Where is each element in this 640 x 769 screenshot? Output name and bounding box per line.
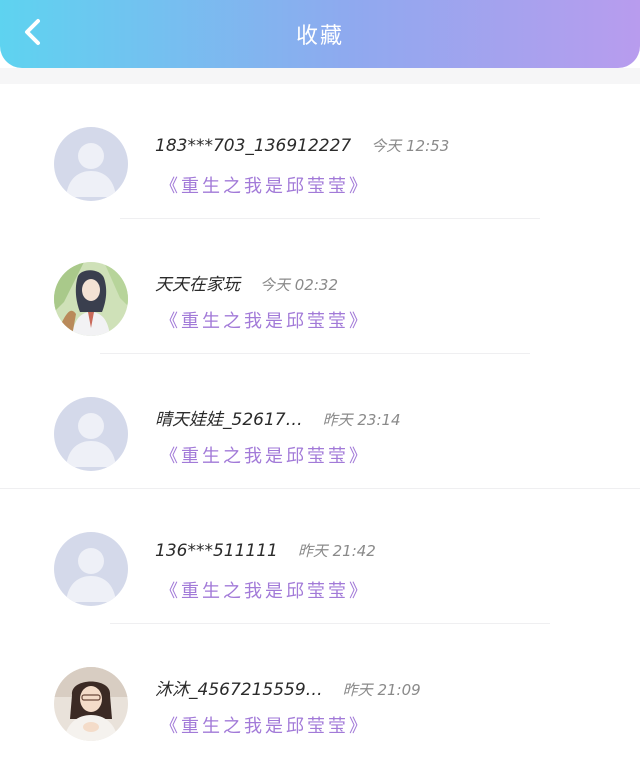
user-name[interactable]: 天天在家玩 bbox=[155, 275, 240, 295]
book-title-link[interactable]: 《重生之我是邱莹莹》 bbox=[160, 172, 370, 198]
user-name[interactable]: 183***703_136912227 bbox=[155, 136, 351, 156]
item-meta: 晴天娃娃_52617… 昨天 23:14 bbox=[155, 405, 401, 430]
item-meta: 天天在家玩 今天 02:32 bbox=[155, 270, 338, 295]
page-title: 收藏 bbox=[295, 24, 344, 49]
avatar[interactable] bbox=[54, 397, 128, 471]
timestamp: 今天 02:32 bbox=[260, 276, 338, 294]
default-avatar-icon bbox=[54, 397, 128, 471]
default-avatar-icon bbox=[54, 532, 128, 606]
book-title-link[interactable]: 《重生之我是邱莹莹》 bbox=[160, 442, 370, 468]
list-item[interactable]: 136***511111 昨天 21:42 《重生之我是邱莹莹》 bbox=[0, 489, 640, 624]
avatar[interactable] bbox=[54, 667, 128, 741]
header-spacer bbox=[0, 68, 640, 84]
timestamp: 今天 12:53 bbox=[371, 137, 450, 155]
list-item[interactable]: 天天在家玩 今天 02:32 《重生之我是邱莹莹》 bbox=[0, 219, 640, 354]
top-navigation-bar: 收藏 bbox=[0, 0, 640, 68]
book-title-link[interactable]: 《重生之我是邱莹莹》 bbox=[160, 307, 370, 333]
avatar[interactable] bbox=[54, 127, 128, 201]
timestamp: 昨天 21:09 bbox=[342, 681, 421, 699]
user-name[interactable]: 136***511111 bbox=[155, 541, 278, 561]
item-meta: 183***703_136912227 今天 12:53 bbox=[155, 135, 449, 156]
user-name[interactable]: 晴天娃娃_52617… bbox=[155, 410, 303, 430]
woman-photo-avatar-icon bbox=[54, 667, 128, 741]
avatar[interactable] bbox=[54, 532, 128, 606]
avatar[interactable] bbox=[54, 262, 128, 336]
timestamp: 昨天 23:14 bbox=[322, 411, 401, 429]
default-avatar-icon bbox=[54, 127, 128, 201]
item-meta: 沐沐_4567215559… 昨天 21:09 bbox=[155, 675, 421, 700]
book-title-link[interactable]: 《重生之我是邱莹莹》 bbox=[160, 712, 370, 738]
list-item[interactable]: 晴天娃娃_52617… 昨天 23:14 《重生之我是邱莹莹》 bbox=[0, 354, 640, 489]
user-name[interactable]: 沐沐_4567215559… bbox=[155, 680, 323, 700]
list-item[interactable]: 沐沐_4567215559… 昨天 21:09 《重生之我是邱莹莹》 bbox=[0, 624, 640, 759]
list-item[interactable]: 183***703_136912227 今天 12:53 《重生之我是邱莹莹》 bbox=[0, 84, 640, 219]
book-title-link[interactable]: 《重生之我是邱莹莹》 bbox=[160, 577, 370, 603]
favorites-list: 183***703_136912227 今天 12:53 《重生之我是邱莹莹》 天… bbox=[0, 84, 640, 759]
anime-photo-avatar-icon bbox=[54, 262, 128, 336]
item-meta: 136***511111 昨天 21:42 bbox=[155, 540, 376, 561]
timestamp: 昨天 21:42 bbox=[297, 542, 376, 560]
